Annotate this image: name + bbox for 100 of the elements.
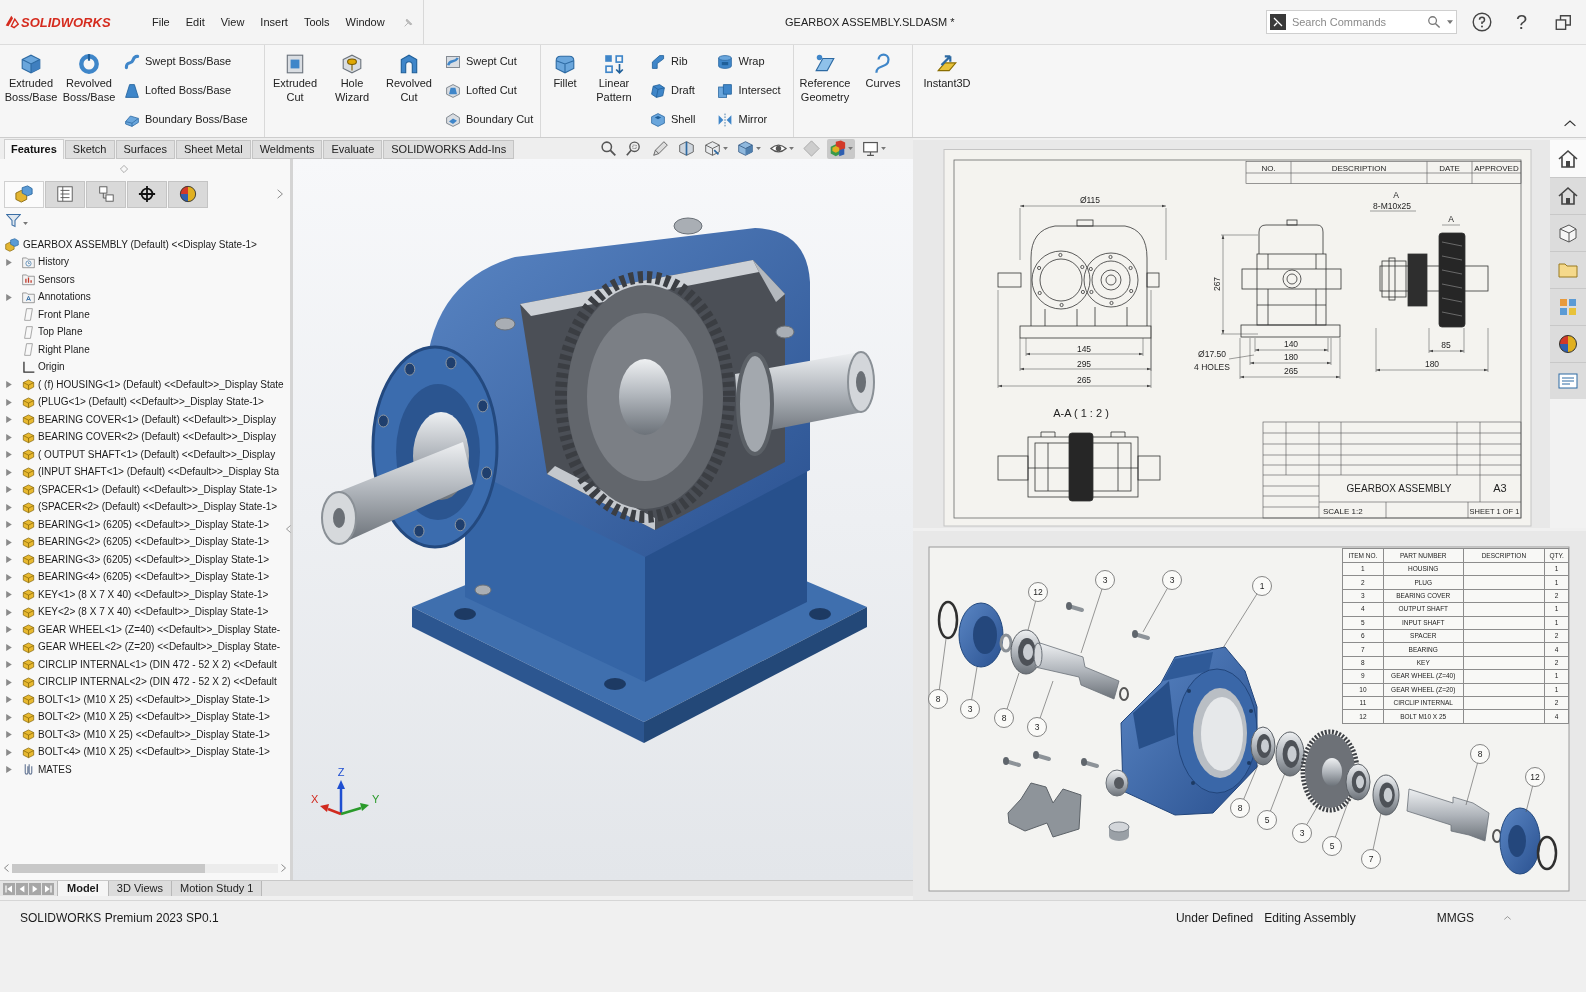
expand-arrow-icon[interactable] xyxy=(6,503,12,511)
expand-arrow-icon[interactable] xyxy=(6,591,12,599)
tree-item[interactable]: KEY<1> (8 X 7 X 40) <<Default>>_Display State-1> xyxy=(38,589,269,600)
tab[interactable]: Evaluate xyxy=(323,140,383,159)
tree-item[interactable]: Front Plane xyxy=(38,309,90,320)
expand-arrow-icon[interactable] xyxy=(6,416,12,424)
expand-arrow-icon[interactable] xyxy=(6,433,12,441)
panel-tab[interactable] xyxy=(168,180,208,208)
ribbon-button[interactable]: Boundary Cut xyxy=(445,105,534,134)
expand-arrow-icon[interactable] xyxy=(6,556,12,564)
tree-item[interactable]: CIRCLIP INTERNAL<1> (DIN 472 - 52 X 2) <<Default xyxy=(38,659,277,670)
tree-item[interactable]: (INPUT SHAFT<1> (Default) <<Default>>_Display Sta xyxy=(38,467,280,478)
splitter-handle-icon[interactable] xyxy=(120,165,128,173)
tree-item[interactable]: MATES xyxy=(38,764,72,775)
ribbon-button[interactable]: Reference Geometry xyxy=(797,45,853,137)
ribbon-button[interactable]: Swept Boss/Base xyxy=(124,47,248,76)
expand-arrow-icon[interactable] xyxy=(6,381,12,389)
search-field[interactable]: Search Commands xyxy=(1265,10,1457,34)
filter-icon[interactable] xyxy=(6,212,21,228)
tree-item[interactable]: (SPACER<1> (Default) <<Default>>_Display State-1> xyxy=(38,484,278,495)
scrollbar-thumb[interactable] xyxy=(12,863,205,873)
tab[interactable]: Features xyxy=(4,139,64,159)
caret-down-icon[interactable] xyxy=(23,221,28,225)
ribbon-button[interactable]: Hole Wizard xyxy=(324,45,380,137)
ribbon-button[interactable]: Extruded Boss/Base xyxy=(3,45,59,137)
unit-system-button[interactable]: MMGS xyxy=(1436,910,1474,926)
pin-icon[interactable] xyxy=(402,16,414,28)
tree-item[interactable]: (SPACER<2> (Default) <<Default>>_Display State-1> xyxy=(38,502,278,513)
expand-arrow-icon[interactable] xyxy=(6,573,12,581)
tree-item[interactable]: BEARING<3> (6205) <<Default>>_Display State-1> xyxy=(38,554,269,565)
menu-item[interactable]: Tools xyxy=(303,16,330,28)
tree-item[interactable]: BOLT<4> (M10 X 25) <<Default>>_Display State-1> xyxy=(38,747,270,758)
tab[interactable]: Weldments xyxy=(251,140,323,159)
tree-item[interactable]: (PLUG<1> (Default) <<Default>>_Display State-1> xyxy=(38,397,264,408)
expand-arrow-icon[interactable] xyxy=(6,731,12,739)
expand-arrow-icon[interactable] xyxy=(6,538,12,546)
ribbon-button[interactable]: Wrap xyxy=(717,47,781,76)
ribbon-button[interactable]: Curves xyxy=(855,45,911,137)
view-tool-button[interactable] xyxy=(827,138,856,159)
ribbon-button[interactable]: Swept Cut xyxy=(445,47,534,76)
tab[interactable]: Surfaces xyxy=(115,140,175,159)
right-arrow-icon[interactable] xyxy=(29,882,41,895)
tree-item[interactable]: GEAR WHEEL<2> (Z=20) <<Default>>_Display State- xyxy=(38,642,281,653)
ribbon-button[interactable]: Shell xyxy=(650,105,696,134)
task-pane-tab[interactable] xyxy=(1550,177,1586,214)
help-button[interactable]: ? xyxy=(1515,12,1527,32)
tree-item[interactable]: Annotations xyxy=(38,292,91,303)
expand-arrow-icon[interactable] xyxy=(6,468,12,476)
ribbon-button[interactable]: Rib xyxy=(650,47,696,76)
task-pane-tab[interactable] xyxy=(1550,140,1586,177)
expand-arrow-icon[interactable] xyxy=(6,293,12,301)
tree-item[interactable]: GEAR WHEEL<1> (Z=40) <<Default>>_Display State- xyxy=(38,624,281,635)
help-icon[interactable] xyxy=(1471,12,1492,32)
ribbon-button[interactable]: Lofted Cut xyxy=(445,76,534,105)
ribbon-button[interactable]: Instant3D xyxy=(919,45,975,137)
expand-arrow-icon[interactable] xyxy=(6,766,12,774)
task-pane-tab[interactable] xyxy=(1550,325,1586,362)
chevron-right-icon[interactable] xyxy=(277,189,283,199)
menu-item[interactable]: View xyxy=(220,16,245,28)
expand-arrow-icon[interactable] xyxy=(6,398,12,406)
restore-window-icon[interactable] xyxy=(1555,13,1572,31)
caret-down-icon[interactable] xyxy=(1446,20,1453,24)
menu-item[interactable]: File xyxy=(152,16,170,28)
expand-arrow-icon[interactable] xyxy=(6,521,12,529)
ribbon-button[interactable]: Lofted Boss/Base xyxy=(124,76,248,105)
expand-arrow-icon[interactable] xyxy=(6,713,12,721)
search-icon[interactable] xyxy=(1426,15,1441,29)
menu-item[interactable]: Edit xyxy=(185,16,205,28)
tab[interactable]: Model xyxy=(57,881,109,896)
tree-item[interactable]: BEARING<4> (6205) <<Default>>_Display State-1> xyxy=(38,572,269,583)
tab[interactable]: Sketch xyxy=(64,140,115,159)
menu-item[interactable]: Insert xyxy=(260,16,288,28)
expand-arrow-icon[interactable] xyxy=(6,258,12,266)
expand-arrow-icon[interactable] xyxy=(6,626,12,634)
tree-item[interactable]: BEARING COVER<2> (Default) <<Default>>_Display xyxy=(38,432,276,443)
tab[interactable]: Motion Study 1 xyxy=(172,881,263,896)
expand-arrow-icon[interactable] xyxy=(6,608,12,616)
tree-item[interactable]: Sensors xyxy=(38,274,75,285)
expand-arrow-icon[interactable] xyxy=(6,696,12,704)
tree-item[interactable]: GEARBOX ASSEMBLY (Default) <<Display State-1> xyxy=(23,239,257,250)
tree-item[interactable]: History xyxy=(38,257,70,268)
skip-right-icon[interactable] xyxy=(42,882,54,895)
chevron-up-icon[interactable] xyxy=(1564,120,1576,127)
expand-arrow-icon[interactable] xyxy=(6,748,12,756)
search-input[interactable]: Search Commands xyxy=(1291,13,1421,31)
tree-item[interactable]: BOLT<2> (M10 X 25) <<Default>>_Display State-1> xyxy=(38,712,270,723)
ribbon-button[interactable]: Revolved Cut xyxy=(381,45,437,137)
expand-arrow-icon[interactable] xyxy=(6,486,12,494)
tab[interactable]: SOLIDWORKS Add-Ins xyxy=(383,140,515,159)
tree-item[interactable]: BEARING COVER<1> (Default) <<Default>>_Display xyxy=(38,414,276,425)
scroll-right-icon[interactable] xyxy=(281,864,286,872)
task-pane-tab[interactable] xyxy=(1550,214,1586,251)
scrollbar-track[interactable] xyxy=(12,863,278,873)
tree-item[interactable]: Origin xyxy=(38,362,65,373)
skip-left-icon[interactable] xyxy=(3,882,15,895)
ribbon-button[interactable]: Revolved Boss/Base xyxy=(61,45,117,137)
tab[interactable]: 3D Views xyxy=(108,881,173,896)
ribbon-button[interactable]: Boundary Boss/Base xyxy=(124,105,248,134)
expand-arrow-icon[interactable] xyxy=(6,661,12,669)
expand-arrow-icon[interactable] xyxy=(6,643,12,651)
